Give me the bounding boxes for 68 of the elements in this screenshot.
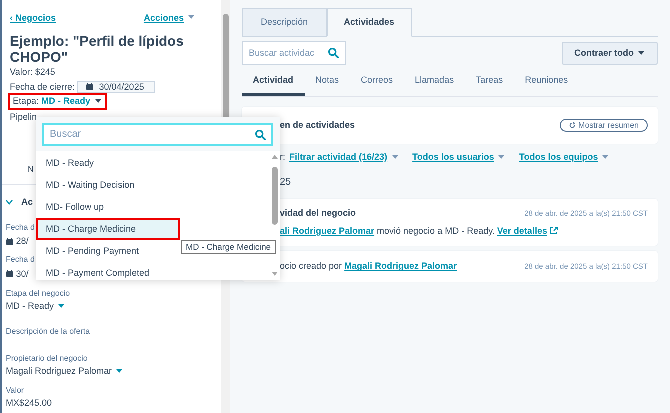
caret-icon <box>392 154 399 160</box>
field-label: Etapa del negocio <box>6 288 70 298</box>
caret-icon <box>188 15 195 20</box>
caret-icon <box>116 369 124 374</box>
menu-item[interactable]: MD - Ready <box>36 152 270 174</box>
tab[interactable]: Tareas <box>465 71 514 96</box>
activity-title: vidad del negocio <box>280 208 356 219</box>
activity-text: ocio creado por Magali Rodriguez Palomar <box>280 261 458 272</box>
calendar-icon <box>6 270 14 278</box>
field-value: 28/ <box>16 236 29 248</box>
field-label: Fecha d <box>6 222 35 232</box>
caret-icon <box>638 50 645 56</box>
calendar-icon <box>6 238 14 246</box>
back-link[interactable]: ‹ Negocios <box>10 12 56 24</box>
search-icon <box>328 48 339 59</box>
search-field[interactable]: Buscar <box>42 123 273 146</box>
field-select[interactable]: Magali Rodriguez Palomar <box>6 366 124 378</box>
scroll-down-icon <box>272 272 278 276</box>
user-link[interactable]: Magali Rodriguez Palomar <box>344 261 458 272</box>
field-value: MX$245.00 <box>6 398 54 410</box>
collapse-button[interactable]: Contraer todo <box>562 42 658 65</box>
date-heading: 25 <box>280 176 292 189</box>
search-icon <box>255 129 266 140</box>
tooltip: MD - Charge Medicine <box>181 240 276 254</box>
section-title: Ac <box>22 196 34 208</box>
tab[interactable]: Actividades <box>327 8 412 37</box>
field-label: Fecha d <box>6 255 35 265</box>
tab[interactable]: Actividad <box>242 71 305 96</box>
search-field[interactable]: Buscar actividac <box>242 41 346 66</box>
caret-icon <box>498 154 506 160</box>
filter-dropdown[interactable]: Todos los usuarios <box>412 152 506 163</box>
external-link-icon <box>550 227 558 236</box>
deal-title: Ejemplo: "Perfil de lípidos CHOPO" <box>10 33 185 66</box>
avatar-label: N <box>28 164 34 175</box>
tab[interactable]: Reuniones <box>514 71 580 96</box>
caret-icon <box>94 99 102 104</box>
tab[interactable]: Notas <box>304 71 350 96</box>
field-select[interactable]: MD - Ready <box>6 300 66 312</box>
menu-item[interactable]: MD - Charge Medicine <box>36 218 180 240</box>
stage-selector[interactable]: Etapa: MD - Ready <box>10 95 105 108</box>
tab[interactable]: Descripción <box>242 8 328 37</box>
summary-title: en de actividades <box>280 120 356 131</box>
field-value: 30/ <box>16 268 29 280</box>
field-label: Valor <box>6 386 24 396</box>
details-link[interactable]: Ver detalles <box>497 226 558 236</box>
filter-label: r: <box>280 152 286 163</box>
show-summary-button[interactable]: Mostrar resumen <box>560 118 648 132</box>
filter-dropdown[interactable]: Todos los equipos <box>519 152 610 163</box>
close-date-label: Fecha de cierre: <box>10 82 76 92</box>
field-label: Descripción de la oferta <box>6 326 90 336</box>
deal-value: Valor: $245 <box>10 67 56 78</box>
user-link[interactable]: ali Rodriguez Palomar <box>280 226 375 236</box>
field-label: Propietario del negocio <box>6 354 88 364</box>
filter-dropdown[interactable]: Filtrar actividad (16/23) <box>290 152 399 163</box>
caret-icon <box>602 154 610 160</box>
date-field[interactable]: 30/04/2025 <box>77 80 156 94</box>
menu-item[interactable]: MD - Payment Completed <box>36 262 270 280</box>
refresh-icon <box>569 122 576 130</box>
calendar-icon <box>86 82 94 91</box>
menu-item[interactable]: MD- Follow up <box>36 196 270 218</box>
tab[interactable]: Correos <box>350 71 404 96</box>
actions-link[interactable]: Acciones <box>144 12 195 24</box>
caret-icon <box>58 304 66 309</box>
tab[interactable]: Llamadas <box>404 71 466 96</box>
activity-text: ali Rodriguez Palomar movió negocio a MD - Ready. Ver detalles <box>280 226 648 236</box>
menu-item[interactable]: MD - Waiting Decision <box>36 174 270 196</box>
scroll-up-icon <box>272 155 278 159</box>
pipeline-label: Pipelin <box>10 112 38 123</box>
